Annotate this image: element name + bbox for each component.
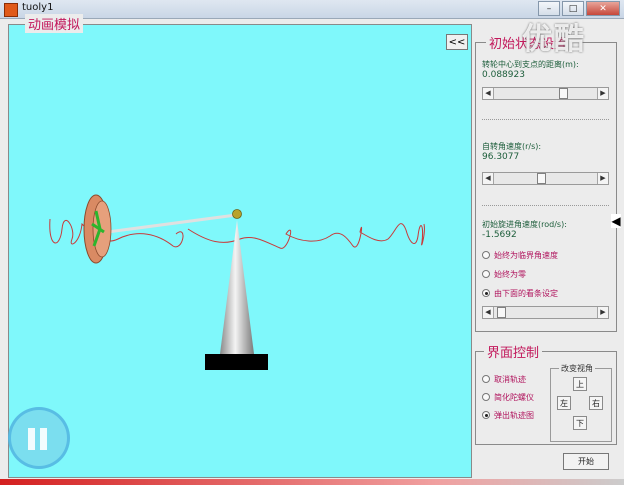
distance-label: 转轮中心到支点的距离(m): <box>482 60 579 69</box>
slider-left-arrow-icon[interactable]: ◀ <box>483 307 494 318</box>
radio-button[interactable] <box>482 375 490 383</box>
precession-label: 初始旋进角速度(rod/s): <box>482 220 567 229</box>
support-cone <box>220 220 254 354</box>
slider-right-arrow-icon[interactable]: ▶ <box>597 307 608 318</box>
start-button[interactable]: 开始 <box>563 453 609 470</box>
precession-value: -1.5692 <box>482 230 517 240</box>
ui-control-panel: 界面控制 取消轨迹 简化陀螺仪 弹出轨迹图 改变视角 上 左 右 下 <box>475 342 617 445</box>
ui-control-title: 界面控制 <box>484 342 543 361</box>
slider-left-arrow-icon[interactable]: ◀ <box>483 88 494 99</box>
view-right-button[interactable]: 右 <box>589 396 603 410</box>
distance-slider[interactable]: ◀ ▶ <box>482 87 609 100</box>
change-view-title: 改变视角 <box>559 363 595 374</box>
radio-button-selected[interactable] <box>482 289 490 297</box>
youku-watermark: 优酷 <box>522 22 586 57</box>
option-cancel-trace[interactable]: 取消轨迹 <box>482 373 526 385</box>
radio-button[interactable] <box>482 270 490 278</box>
pause-overlay-button[interactable] <box>8 407 70 469</box>
distance-slider-thumb[interactable] <box>559 88 568 99</box>
spin-speed-value: 96.3077 <box>482 152 520 162</box>
gyro-axle <box>99 213 237 235</box>
option-simplify-gyro[interactable]: 简化陀螺仪 <box>482 391 534 403</box>
option-critical-speed[interactable]: 始终为临界角速度 <box>482 249 558 261</box>
spin-speed-label: 自转角速度(r/s): <box>482 142 542 151</box>
option-popup-trace[interactable]: 弹出轨迹图 <box>482 409 534 421</box>
option-slider-set[interactable]: 由下面的看条设定 <box>482 287 558 299</box>
option-always-zero[interactable]: 始终为零 <box>482 268 526 280</box>
support-base <box>205 354 268 370</box>
radio-button[interactable] <box>482 251 490 259</box>
slider-right-arrow-icon[interactable]: ▶ <box>597 173 608 184</box>
spin-speed-slider-thumb[interactable] <box>537 173 546 184</box>
matlab-app-icon <box>4 3 18 17</box>
initial-state-panel: 初始状态设置 转轮中心到支点的距离(m): 0.088923 ◀ ▶ 自转角速度… <box>475 33 617 332</box>
radio-button[interactable] <box>482 393 490 401</box>
radio-button-selected[interactable] <box>482 411 490 419</box>
change-view-group: 改变视角 上 左 右 下 <box>550 363 612 442</box>
collapse-panel-button[interactable]: << <box>446 34 468 50</box>
spin-speed-slider[interactable]: ◀ ▶ <box>482 172 609 185</box>
pause-icon <box>40 428 47 450</box>
slider-left-arrow-icon[interactable]: ◀ <box>483 173 494 184</box>
pivot-ball <box>232 209 242 219</box>
precession-slider-thumb[interactable] <box>497 307 506 318</box>
app-window: tuoly1 – □ ✕ 优酷 动画模拟 << 初始状态设置 转轮中心到支点的距… <box>0 0 624 485</box>
section-divider <box>482 119 609 120</box>
precession-slider[interactable]: ◀ ▶ <box>482 306 609 319</box>
close-button[interactable]: ✕ <box>586 1 620 16</box>
view-left-button[interactable]: 左 <box>557 396 571 410</box>
section-divider <box>482 205 609 206</box>
side-panel-caret-icon[interactable]: ◀ <box>611 214 621 228</box>
pause-icon <box>28 428 35 450</box>
gyroscope-scene <box>49 194 425 370</box>
slider-right-arrow-icon[interactable]: ▶ <box>597 88 608 99</box>
window-title: tuoly1 <box>22 2 54 13</box>
distance-value: 0.088923 <box>482 70 525 80</box>
video-progress-strip <box>0 479 624 485</box>
view-down-button[interactable]: 下 <box>573 416 587 430</box>
view-up-button[interactable]: 上 <box>573 377 587 391</box>
